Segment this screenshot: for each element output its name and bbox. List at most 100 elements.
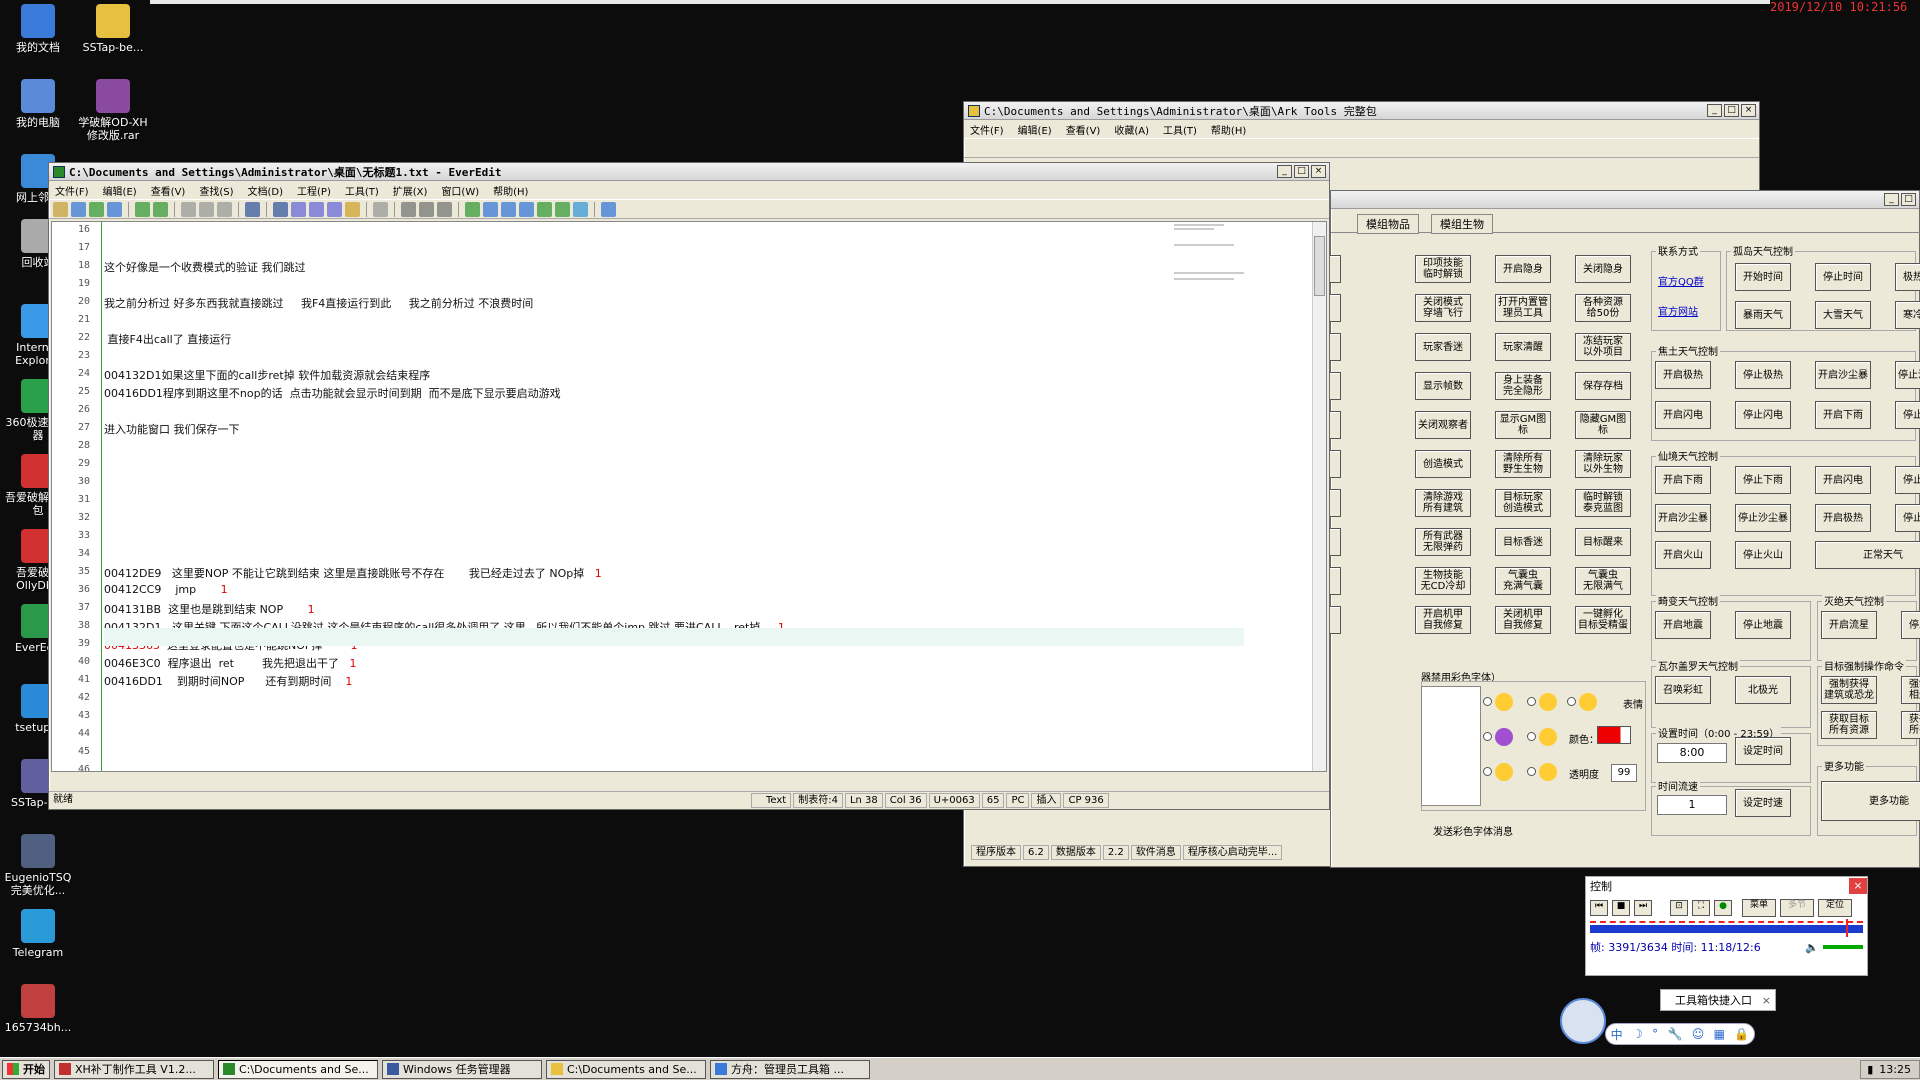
- ark-menu-item[interactable]: 编辑(E): [1018, 122, 1052, 137]
- toolbar-button[interactable]: [555, 201, 570, 217]
- moon-icon[interactable]: ☽: [1632, 1027, 1643, 1041]
- radio-button[interactable]: [1527, 697, 1536, 706]
- wrench-icon[interactable]: 🔧: [1667, 1027, 1682, 1041]
- tool-button[interactable]: 获取目标 所有资源: [1821, 711, 1877, 739]
- tool-button[interactable]: 清除所有 野生生物: [1495, 450, 1551, 478]
- code-line[interactable]: 直接F4出call了 直接运行: [104, 331, 231, 347]
- toolbar-button[interactable]: [327, 201, 342, 217]
- radio-button[interactable]: [1567, 697, 1576, 706]
- tool-button[interactable]: 极热天气: [1895, 263, 1920, 291]
- tool-button[interactable]: 更多功能: [1821, 781, 1920, 821]
- tool-button[interactable]: 停止火山: [1735, 541, 1791, 569]
- ark-menu-item[interactable]: 文件(F): [970, 122, 1004, 137]
- close-button[interactable]: ×: [1311, 165, 1326, 178]
- stop-button[interactable]: ■: [1612, 900, 1630, 916]
- toolbar-button[interactable]: [419, 201, 434, 217]
- tool-button[interactable]: 开启下雨: [1815, 401, 1871, 429]
- toolbar-button[interactable]: [71, 201, 86, 217]
- ark-menu-item[interactable]: 查看(V): [1066, 122, 1101, 137]
- scroll-thumb[interactable]: [1314, 236, 1325, 296]
- tool-button[interactable]: 停止极热: [1895, 504, 1920, 532]
- code-line[interactable]: 0046E3C0 程序退出 ret 我先把退出干了 1: [104, 655, 356, 671]
- menu-button[interactable]: 菜单: [1742, 899, 1776, 917]
- maximize-button[interactable]: □: [1901, 193, 1916, 206]
- tool-button[interactable]: 冻结玩家 以外项目: [1575, 333, 1631, 361]
- tool-button[interactable]: 开启闪电: [1655, 401, 1711, 429]
- tool-button[interactable]: 召唤彩虹: [1655, 676, 1711, 704]
- toolbar-button[interactable]: [519, 201, 534, 217]
- close-button[interactable]: ×: [1849, 878, 1867, 894]
- color-picker[interactable]: [1597, 726, 1631, 744]
- maximize-button[interactable]: □: [1294, 165, 1309, 178]
- code-line[interactable]: 004132D1如果这里下面的call步ret掉 软件加载资源就会结束程序: [104, 367, 430, 383]
- tool-button[interactable]: 保存存档: [1575, 372, 1631, 400]
- editor-menu-item[interactable]: 编辑(E): [103, 183, 137, 198]
- toolbar-button[interactable]: [181, 201, 196, 217]
- radio-button[interactable]: [1483, 732, 1492, 741]
- desktop-icon[interactable]: EugenioTSQ完美优化...: [2, 834, 74, 897]
- editor-vertical-scrollbar[interactable]: [1312, 222, 1326, 771]
- tool-button[interactable]: 开启隐身: [1495, 255, 1551, 283]
- toolbar-button[interactable]: [437, 201, 452, 217]
- toolbar-button[interactable]: [199, 201, 214, 217]
- prev-frame-button[interactable]: ⏮: [1590, 900, 1608, 916]
- emoji-icon[interactable]: [1495, 728, 1513, 746]
- lock-icon[interactable]: 🔒: [1734, 1027, 1749, 1041]
- toolbar-button[interactable]: [373, 201, 388, 217]
- toolbar-button[interactable]: [573, 201, 588, 217]
- toolbar-button[interactable]: [501, 201, 516, 217]
- tool-button[interactable]: 停止闪电: [1895, 466, 1920, 494]
- editor-title-bar[interactable]: C:\Documents and Settings\Administrator\…: [49, 163, 1329, 181]
- record-button[interactable]: ●: [1714, 900, 1732, 916]
- tool-button[interactable]: 寒冷天气: [1895, 301, 1920, 329]
- emoji-icon[interactable]: [1539, 728, 1557, 746]
- timeline-marker[interactable]: [1846, 919, 1848, 937]
- code-line[interactable]: 00416DD1程序到期这里不nop的话 点击功能就会显示时间到期 而不是底下显…: [104, 385, 561, 401]
- desktop-icon[interactable]: Telegram: [2, 909, 74, 959]
- multi-section-button[interactable]: 多节: [1780, 899, 1814, 917]
- editor-menu-item[interactable]: 扩展(X): [393, 183, 428, 198]
- taskbar-task[interactable]: Windows 任务管理器: [382, 1059, 542, 1079]
- timeline[interactable]: [1590, 919, 1863, 937]
- toolbar-button[interactable]: [273, 201, 288, 217]
- tool-button[interactable]: 开启机甲 自我修复: [1415, 606, 1471, 634]
- apps-icon[interactable]: ▦: [1714, 1027, 1725, 1041]
- tool-button[interactable]: 强制获得相连建筑: [1901, 676, 1920, 704]
- desktop-icon[interactable]: SSTap-be...: [77, 4, 149, 54]
- desktop-icon[interactable]: 165734bh...: [2, 984, 74, 1034]
- maximize-button[interactable]: □: [1724, 104, 1739, 117]
- editor-menu-item[interactable]: 工程(P): [297, 183, 331, 198]
- tool-button[interactable]: 目标香迷: [1495, 528, 1551, 556]
- fullscreen-button[interactable]: ⛶: [1692, 900, 1710, 916]
- tool-button[interactable]: 开始时间: [1735, 263, 1791, 291]
- toolbar-button[interactable]: [465, 201, 480, 217]
- editor-menu-item[interactable]: 文档(D): [248, 183, 284, 198]
- tool-button[interactable]: 关闭观察者: [1415, 411, 1471, 439]
- tool-button[interactable]: 停止闪电: [1735, 401, 1791, 429]
- qq-link[interactable]: 官方QQ群: [1658, 273, 1704, 288]
- code-line[interactable]: 这个好像是一个收费模式的验证 我们跳过: [104, 259, 306, 275]
- taskbar-task[interactable]: 方舟：管理员工具箱 ...: [710, 1059, 870, 1079]
- settime-input[interactable]: 8:00: [1657, 743, 1727, 763]
- tool-button[interactable]: 目标玩家 创造模式: [1495, 489, 1551, 517]
- tool-button[interactable]: 创造模式: [1415, 450, 1471, 478]
- tool-button[interactable]: 开启火山: [1655, 541, 1711, 569]
- alpha-input[interactable]: 99: [1611, 764, 1637, 782]
- tool-button[interactable]: 停止下雨: [1895, 401, 1920, 429]
- toolbox-tooltip[interactable]: 工具箱快捷入口 ×: [1660, 989, 1776, 1011]
- ark-menu-item[interactable]: 工具(T): [1163, 122, 1197, 137]
- punctuation-icon[interactable]: °: [1652, 1027, 1658, 1041]
- toolbar-button[interactable]: [345, 201, 360, 217]
- code-line[interactable]: 004131BB 这里也是跳到结束 NOP 1: [104, 601, 315, 617]
- tool-button[interactable]: 玩家清醒: [1495, 333, 1551, 361]
- start-button[interactable]: 开始: [2, 1059, 50, 1079]
- toolbar-button[interactable]: [291, 201, 306, 217]
- radio-button[interactable]: [1483, 767, 1492, 776]
- ime-toolbar[interactable]: 中 ☽ ° 🔧 ☺ ▦ 🔒: [1605, 1023, 1755, 1045]
- tool-button[interactable]: 显示帧数: [1415, 372, 1471, 400]
- editor-menu-item[interactable]: 窗口(W): [441, 183, 479, 198]
- tool-button[interactable]: 气囊虫 充满气囊: [1495, 567, 1551, 595]
- emoji-icon[interactable]: [1495, 693, 1513, 711]
- chat-textarea[interactable]: [1421, 686, 1481, 806]
- tool-button[interactable]: 关闭模式 穿墙飞行: [1415, 294, 1471, 322]
